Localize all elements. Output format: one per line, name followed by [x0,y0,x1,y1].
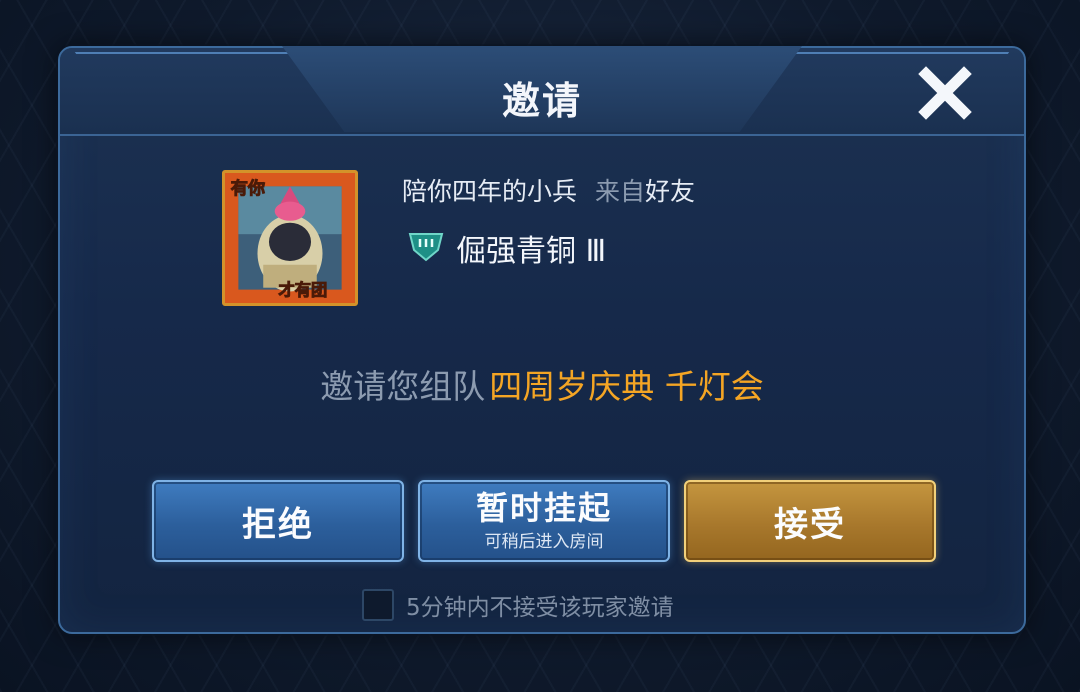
block-invites-option[interactable]: 5分钟内不接受该玩家邀请 [362,588,674,622]
rank-text: 倔强青铜 Ⅲ [456,234,607,269]
rank-row: 倔强青铜 Ⅲ [408,226,606,270]
avatar-image: 有你 才有团 [225,173,355,303]
suspend-button[interactable]: 暂时挂起 可稍后进入房间 [418,480,670,562]
from-value: 好友 [645,177,696,206]
block-invites-label: 5分钟内不接受该玩家邀请 [406,595,674,621]
close-icon [918,66,972,120]
accept-button-label: 接受 [774,504,846,545]
inviter-name: 陪你四年的小兵 [402,177,578,206]
invite-prefix: 邀请您组队 [320,367,486,406]
avatar: 有你 才有团 [222,170,358,306]
bronze-rank-shield-icon [408,230,444,266]
invite-message: 邀请您组队 四周岁庆典 千灯会 [60,360,1024,408]
accept-button[interactable]: 接受 [684,480,936,562]
reject-button[interactable]: 拒绝 [152,480,404,562]
inviter-info: 陪你四年的小兵 来自好友 [402,172,695,208]
close-button[interactable] [918,66,972,120]
dialog-title: 邀请 [501,79,582,123]
avatar-text-bottom: 才有团 [279,280,328,299]
dialog-header: 邀请 [60,46,1024,136]
block-invites-checkbox[interactable] [362,589,394,621]
suspend-button-label: 暂时挂起 [475,488,612,527]
invite-dialog: 邀请 有你 才有团 陪你四年的小兵 来自好友 倔强青铜 Ⅲ 邀请您组队 四周岁庆… [58,46,1026,634]
invite-event-name: 四周岁庆典 千灯会 [489,367,764,406]
from-label: 来自 [595,177,646,206]
suspend-button-sublabel: 可稍后进入房间 [484,531,604,552]
reject-button-label: 拒绝 [242,504,314,545]
avatar-text-top: 有你 [231,178,265,199]
